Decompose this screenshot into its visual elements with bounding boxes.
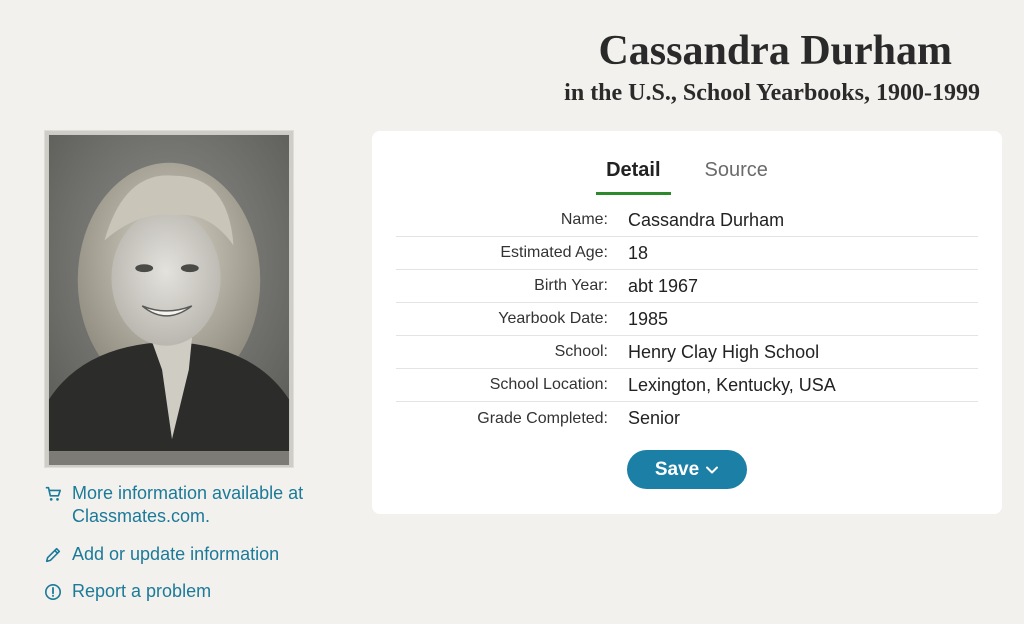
save-button-label: Save bbox=[654, 458, 700, 480]
save-button[interactable]: Save bbox=[627, 450, 747, 489]
detail-value: 1985 bbox=[628, 308, 669, 329]
record-detail-card: Detail Source Name: Cassandra Durham Est… bbox=[372, 131, 1002, 514]
detail-row-school-location: School Location: Lexington, Kentucky, US… bbox=[396, 369, 978, 402]
alert-circle-icon bbox=[44, 583, 62, 601]
detail-label: School Location: bbox=[489, 376, 608, 393]
report-problem-text: Report a problem bbox=[72, 581, 212, 601]
add-update-info-text: Add or update information bbox=[72, 544, 280, 564]
cart-icon bbox=[45, 486, 62, 501]
detail-label: Yearbook Date: bbox=[498, 310, 608, 327]
detail-row-grade: Grade Completed: Senior bbox=[396, 402, 978, 435]
portrait-image bbox=[45, 131, 293, 467]
page-title: Cassandra Durham bbox=[598, 28, 952, 74]
detail-row-age: Estimated Age: 18 bbox=[396, 237, 978, 270]
detail-label: School: bbox=[554, 343, 608, 360]
detail-value: Henry Clay High School bbox=[628, 341, 820, 362]
tab-detail[interactable]: Detail bbox=[596, 159, 671, 195]
detail-row-name: Name: Cassandra Durham bbox=[396, 204, 978, 237]
detail-label: Name: bbox=[560, 211, 608, 228]
detail-label: Birth Year: bbox=[534, 277, 608, 294]
detail-table: Name: Cassandra Durham Estimated Age: 18… bbox=[396, 204, 978, 435]
detail-label: Grade Completed: bbox=[477, 409, 608, 427]
detail-value: 18 bbox=[628, 242, 649, 263]
detail-row-birth-year: Birth Year: abt 1967 bbox=[396, 270, 978, 303]
record-tabs: Detail Source bbox=[372, 159, 1002, 195]
classmates-link[interactable]: More information available at Classmates… bbox=[44, 482, 334, 528]
add-update-info-link[interactable]: Add or update information bbox=[44, 543, 334, 566]
detail-row-school: School: Henry Clay High School bbox=[396, 336, 978, 369]
detail-value: abt 1967 bbox=[628, 275, 699, 296]
classmates-link-text: More information available at Classmates… bbox=[72, 483, 304, 526]
record-links: More information available at Classmates… bbox=[44, 482, 334, 617]
detail-value: Lexington, Kentucky, USA bbox=[628, 374, 836, 395]
detail-value: Senior bbox=[628, 408, 681, 428]
detail-label: Estimated Age: bbox=[500, 244, 608, 261]
pencil-icon bbox=[45, 547, 61, 563]
collection-subtitle: in the U.S., School Yearbooks, 1900-1999 bbox=[564, 80, 980, 107]
tab-source[interactable]: Source bbox=[695, 159, 778, 195]
page-header: Cassandra Durham in the U.S., School Yea… bbox=[564, 28, 980, 107]
detail-value: Cassandra Durham bbox=[628, 209, 785, 230]
yearbook-photo[interactable] bbox=[44, 130, 294, 468]
detail-row-yearbook-date: Yearbook Date: 1985 bbox=[396, 303, 978, 336]
chevron-down-icon bbox=[706, 466, 719, 473]
report-problem-link[interactable]: Report a problem bbox=[44, 580, 334, 603]
